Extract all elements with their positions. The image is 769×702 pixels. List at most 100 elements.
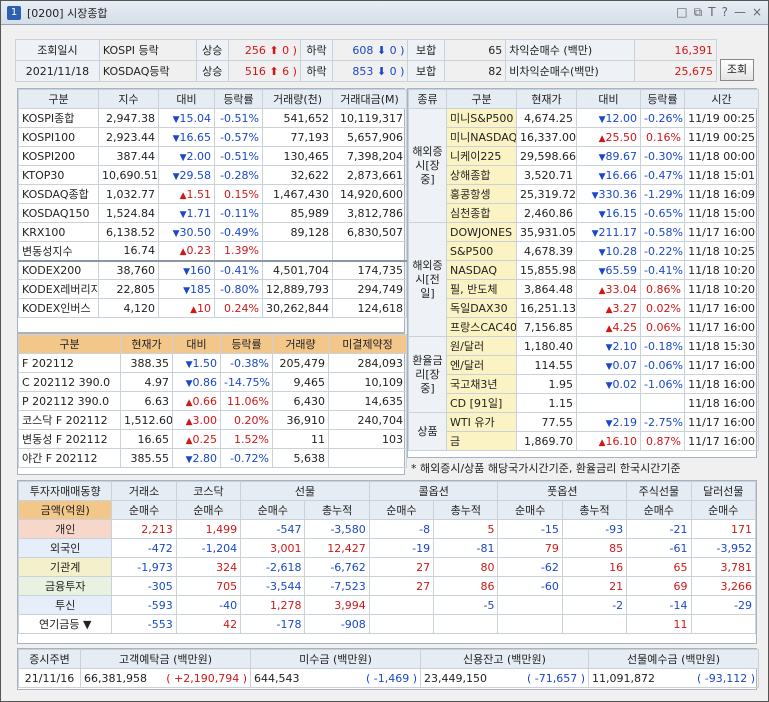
index-name: KOSPI200 [18, 146, 99, 166]
index-name: KODEX인버스 [18, 298, 99, 318]
futures-row[interactable]: C 202112 390.0 4.97 ▼ 0.86 -14.75% 9,465 10,1… [18, 372, 407, 392]
global-change: ▼ 12.00 [576, 108, 641, 128]
global-name: 상해종합 [446, 165, 517, 185]
global-row[interactable]: 환율금리[장중] 원/달러 1,180.40 ▼ 2.10 -0.18% 11/18 15… [408, 336, 759, 413]
help-icon[interactable]: ? [722, 5, 728, 20]
global-row[interactable]: NASDAQ 15,855.98 ▼ 65.59 -0.41% 11/18 10:20 [409, 260, 759, 280]
global-time: 11/17 16:00 [684, 298, 759, 318]
index-row[interactable]: KOSDAQ종합 1,032.77 ▲ 1.51 0.15% 1,467,430 14,9… [18, 184, 407, 204]
column-header: 거래량(천) [262, 89, 333, 109]
futures-row[interactable]: F 202112 388.35 ▼ 1.50 -0.38% 205,479 284,093 [18, 353, 407, 373]
down-arrow-icon: ▼ [598, 152, 606, 163]
index-row[interactable]: KODEX인버스 4,120 ▲ 10 0.24% 30,262,844 124,618 [18, 298, 407, 318]
window-number: 1 [7, 5, 21, 20]
down-arrow-icon: ▼ [605, 361, 613, 372]
futures-row[interactable]: 코스닥 F 202112 1,512.60 ▲ 3.00 0.20% 36,910 240… [18, 410, 407, 430]
investor-row[interactable]: 연기금등 ▼ -553 42 -178 -908 11 [17, 614, 757, 634]
global-row[interactable]: 상품 WTI 유가 77.55 ▼ 2.19 -2.75% 11/17 16:00 [408, 412, 759, 451]
fall-label: 하락 [299, 39, 334, 61]
up-arrow-icon: ▲ [185, 435, 193, 446]
futures-row[interactable]: 야간 F 202112 385.55 ▼ 2.80 -0.72% 5,638 [18, 448, 407, 468]
global-rate: -0.18% [640, 336, 685, 356]
global-row[interactable]: 금 1,869.70 ▲ 16.10 0.87% 11/17 16:00 [409, 431, 759, 451]
global-row[interactable]: 국고채3년 1.95 ▼ 0.02 -1.06% 11/18 16:00 [409, 374, 759, 394]
close-icon[interactable]: × [752, 5, 762, 20]
global-row[interactable]: 니케이225 29,598.66 ▼ 89.67 -0.30% 11/18 00:00 [409, 146, 759, 166]
global-row[interactable]: 심천종합 2,460.86 ▼ 16.15 -0.65% 11/18 15:00 [409, 203, 759, 223]
dock-icon[interactable]: □ [676, 5, 687, 20]
minimize-icon[interactable]: — [734, 5, 746, 20]
global-name: 미니S&P500 [446, 108, 517, 128]
investor-name: 개인 [17, 519, 113, 539]
global-row[interactable]: 해외증시[장중] 미니S&P500 4,674.25 ▼ 12.00 -0.26% 11/… [408, 108, 759, 223]
index-row[interactable]: KODEX레버리지 22,805 ▼ 185 -0.80% 12,889,793 294,… [18, 279, 407, 299]
index-name: KODEX200 [18, 259, 99, 280]
global-row[interactable]: 독일DAX30 16,251.13 ▲ 3.27 0.02% 11/17 16:00 [409, 298, 759, 318]
global-row[interactable]: 해외증시[전일] DOWJONES 35,931.05 ▼ 211.17 -0.58% 1… [408, 222, 759, 337]
global-change: ▼ 2.10 [576, 336, 641, 356]
column-header: 지수 [98, 89, 159, 109]
copy-icon[interactable]: ⧉ [694, 5, 703, 20]
investor-value: -8 [368, 519, 435, 539]
index-change: ▼ 2.00 [158, 146, 215, 166]
index-row[interactable]: 변동성지수 16.74 ▲ 0.23 1.39% [18, 241, 407, 261]
futures-row[interactable]: 변동성 F 202112 16.65 ▲ 0.25 1.52% 11 103 [18, 429, 407, 449]
index-volume: 30,262,844 [262, 298, 333, 318]
index-row[interactable]: KOSPI200 387.44 ▼ 2.00 -0.51% 130,465 7,398,2… [18, 146, 407, 166]
down-arrow-icon: ▼ [172, 133, 180, 144]
futures-row[interactable]: P 202112 390.0 6.63 ▲ 0.66 11.06% 6,430 14,63… [18, 391, 407, 411]
futures-change: ▲ 0.25 [172, 429, 221, 449]
investor-value [433, 614, 499, 634]
query-button[interactable]: 조회 [720, 59, 754, 81]
column-header: 코스닥 [175, 481, 242, 501]
global-price: 7,156.85 [516, 317, 577, 337]
investor-row[interactable]: 투신 -593 -40 1,278 3,994 -5 -2 -14 -29 [17, 595, 757, 615]
futures-name: P 202112 390.0 [18, 391, 121, 411]
global-name: S&P500 [446, 241, 517, 261]
global-row[interactable]: CD [91일] 1.15 11/18 16:00 [409, 393, 759, 413]
summary-row: 조회일시 KOSPI 등락 상승 256 ⬆ 0 ) 하락 608 ⬇ 0 ) 보합 65 차익… [15, 39, 717, 61]
investor-value: -21 [626, 519, 692, 539]
window-title: [0200] 시장종합 [27, 6, 108, 20]
global-row[interactable]: 필, 반도체 3,864.48 ▲ 33.04 0.86% 11/18 10:20 [409, 279, 759, 299]
global-row[interactable]: 미니NASDAQ 16,337.00 ▲ 25.50 0.16% 11/19 00:25 [409, 127, 759, 147]
investor-row[interactable]: 기관계 -1,973 324 -2,618 -6,762 27 80 -62 16 65 3,781 [17, 557, 757, 577]
investor-row[interactable]: 금융투자 -305 705 -3,544 -7,523 27 86 -60 21 69 3,266 [17, 576, 757, 596]
global-row[interactable]: 엔/달러 114.55 ▼ 0.07 -0.06% 11/17 16:00 [409, 355, 759, 375]
global-row[interactable]: 홍콩항셍 25,319.72 ▼ 330.36 -1.29% 11/18 16:09 [409, 184, 759, 204]
index-change: ▼ 29.58 [158, 165, 215, 185]
index-row[interactable]: KODEX200 38,760 ▼ 160 -0.41% 4,501,704 174,73… [18, 259, 407, 280]
index-row[interactable]: KTOP30 10,690.51 ▼ 29.58 -0.28% 32,622 2,873,… [18, 165, 407, 185]
futures-rate: -0.72% [220, 448, 273, 468]
index-row[interactable]: KOSDAQ150 1,524.84 ▼ 1.71 -0.11% 85,989 3,812… [18, 203, 407, 223]
global-rate: -0.41% [640, 260, 685, 280]
index-row[interactable]: KOSPI종합 2,947.38 ▼ 15.04 -0.51% 541,652 10,11… [18, 108, 407, 128]
down-arrow-icon: ▼ [591, 228, 599, 239]
global-rate: 0.87% [640, 431, 685, 451]
global-row[interactable]: 상해종합 3,520.71 ▼ 16.66 -0.47% 11/18 15:01 [409, 165, 759, 185]
global-row[interactable]: S&P500 4,678.39 ▼ 10.28 -0.22% 11/18 10:25 [409, 241, 759, 261]
global-rate: -0.26% [640, 108, 685, 128]
global-time: 11/17 16:00 [684, 412, 759, 432]
investor-name: 외국인 [17, 538, 113, 558]
index-row[interactable]: KOSPI100 2,923.44 ▼ 16.65 -0.57% 77,193 5,657… [18, 127, 407, 147]
index-rate: -0.28% [214, 165, 263, 185]
futures-name: F 202112 [18, 353, 121, 373]
index-name: KOSPI100 [18, 127, 99, 147]
text-icon[interactable]: T [708, 5, 715, 20]
index-row[interactable]: KRX100 6,138.52 ▼ 30.50 -0.49% 89,128 6,830,5… [18, 222, 407, 242]
investor-row[interactable]: 외국인 -472 -1,204 3,001 12,427 -19 -81 79 85 -61 -3,… [17, 538, 757, 558]
futures-change: ▲ 0.66 [172, 391, 221, 411]
global-time: 11/18 10:25 [684, 241, 759, 261]
futures-table: 구분 현재가 대비 등락률 거래량 미결제약정 F 202112 388.35 ▼ 1.50 -0… [17, 333, 407, 475]
index-value: 387.44 [98, 146, 159, 166]
down-arrow-icon: ▼ [185, 454, 193, 465]
global-change: ▼ 330.36 [576, 184, 641, 204]
futures-price: 16.65 [120, 429, 173, 449]
investor-value: 27 [368, 557, 435, 577]
summary-label: 조회일시 [15, 39, 100, 61]
deposit-value: 23,449,150 ( -71,657 ) [420, 668, 589, 688]
global-name: 홍콩항셍 [446, 184, 517, 204]
global-row[interactable]: 프랑스CAC40 7,156.85 ▲ 4.25 0.06% 11/17 16:00 [409, 317, 759, 337]
investor-row[interactable]: 개인 2,213 1,499 -547 -3,580 -8 5 -15 -93 -21 171 [17, 519, 757, 539]
